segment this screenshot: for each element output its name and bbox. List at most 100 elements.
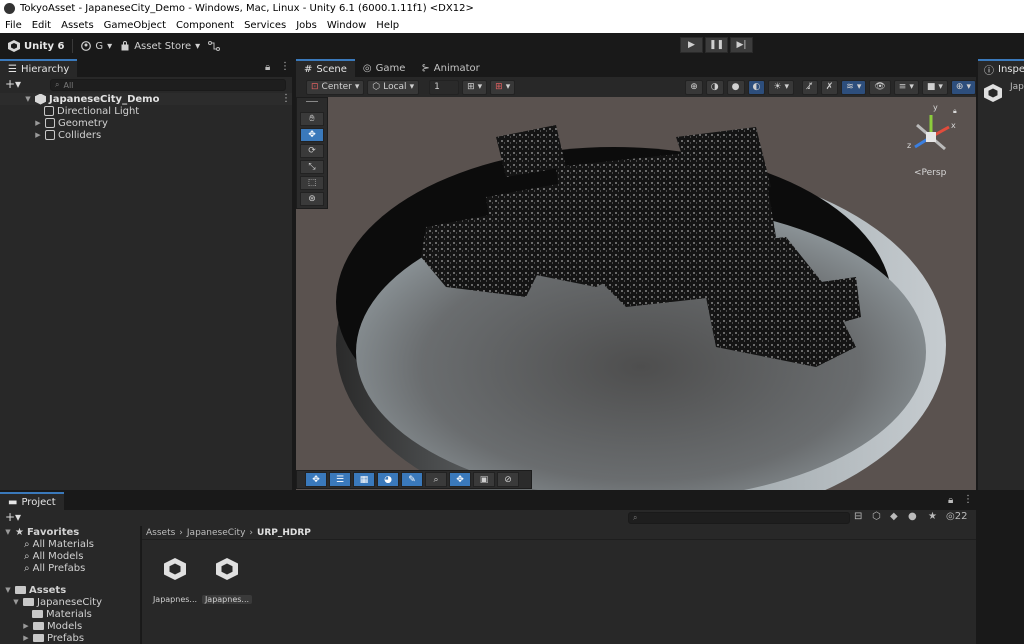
breadcrumb-item[interactable]: Assets [146,528,175,538]
pivot-rotation-dropdown[interactable]: ⬡ Local ▾ [367,79,420,95]
tab-scene[interactable]: # Scene [296,59,355,77]
menu-assets[interactable]: Assets [56,20,99,31]
expand-arrow-icon[interactable]: ▼ [24,95,32,103]
overlay-compass-button[interactable]: ⊘ [497,472,519,487]
rotate-tool-button[interactable]: ⟳ [300,144,324,158]
overlay-grid-button[interactable]: ▦ [353,472,375,487]
move-tool-button[interactable]: ✥ [300,128,324,142]
unlit-mode-button[interactable]: ● [726,79,745,95]
menu-gameobject[interactable]: GameObject [99,20,171,31]
more-options-icon[interactable]: ⋮ [280,61,290,72]
scene-options-icon[interactable]: ⋮ [281,93,291,104]
visibility-toggle[interactable]: 👁︎ [869,79,891,95]
create-button[interactable]: +▾ [5,510,21,524]
overlay-pivot-button[interactable]: ✥ [449,472,471,487]
menu-component[interactable]: Component [171,20,239,31]
tab-hierarchy[interactable]: ☰ Hierarchy [0,59,78,77]
more-options-icon[interactable]: ⋮ [963,494,973,505]
increment-snap-dropdown[interactable]: ⊞ ▾ [490,79,516,95]
effects-dropdown[interactable]: ≋ ▾ [841,79,867,95]
folder-item[interactable]: Materials [32,608,92,620]
project-search-input[interactable]: ⌕ [628,512,850,524]
tab-game[interactable]: ◎ Game [355,59,414,77]
expand-arrow-icon[interactable]: ▼ [4,586,12,594]
tab-project[interactable]: ▬ Project [0,492,64,510]
lighting-toggle[interactable]: ☀ ▾ [768,79,794,95]
asset-item-selected[interactable]: Japapnes... [202,558,252,604]
view-tool-button[interactable]: ✋︎ [300,112,324,126]
hierarchy-item[interactable]: ▶ Colliders [34,129,101,141]
hierarchy-root-row[interactable]: ▼ JapaneseCity_Demo [24,93,159,105]
overlay-move-button[interactable]: ✥ [305,472,327,487]
favorite-item[interactable]: ⌕ All Materials [24,538,94,550]
pivot-mode-dropdown[interactable]: ⊡ Center ▾ [306,79,365,95]
draw-mode-button[interactable]: ⊕ [685,79,703,95]
snap-increment-field[interactable]: 1 [429,79,460,95]
gizmos-dropdown[interactable]: ⊕ ▾ [950,79,976,95]
expand-arrow-icon[interactable]: ▼ [12,598,20,606]
menu-help[interactable]: Help [371,20,404,31]
play-button[interactable]: ▶ [680,37,703,53]
account-dropdown[interactable]: G ▾ [81,41,112,52]
pause-button[interactable]: ❚❚ [705,37,728,53]
overlay-search-button[interactable]: ⌕ [425,472,447,487]
unity-version-button[interactable]: Unity 6 [8,40,64,52]
menu-jobs[interactable]: Jobs [291,20,322,31]
add-button[interactable]: +▾ [5,77,21,91]
tag-icon[interactable]: ◆ [890,511,898,522]
tab-inspector[interactable]: ⓘ Inspec [978,59,1024,77]
version-control-button[interactable] [208,41,221,51]
search-by-type-icon[interactable]: ⊟ [854,511,862,522]
scene-layers-dropdown[interactable]: ≡ ▾ [893,79,919,95]
menu-edit[interactable]: Edit [27,20,56,31]
2d-toggle[interactable]: ♪̸ [801,79,818,95]
menu-services[interactable]: Services [239,20,291,31]
folder-icon [33,634,44,642]
overlay-align-button[interactable]: ☰ [329,472,351,487]
expand-arrow-icon[interactable]: ▶ [34,119,42,127]
expand-arrow-icon[interactable]: ▶ [34,131,42,139]
breadcrumb-item-current[interactable]: URP_HDRP [257,528,311,538]
asset-item[interactable]: Japapnes... [150,558,200,604]
folder-item[interactable]: ▶ Prefabs [22,632,84,644]
overlay-camera-button[interactable]: ▣ [473,472,495,487]
expand-arrow-icon[interactable]: ▶ [22,622,30,630]
favorite-item[interactable]: ⌕ All Prefabs [24,562,85,574]
expand-arrow-icon[interactable]: ▼ [4,528,12,536]
folder-item[interactable]: ▶ Models [22,620,82,632]
asset-store-dropdown[interactable]: Asset Store ▾ [120,41,200,52]
tab-animator[interactable]: ⊱ Animator [413,59,487,77]
breadcrumb-item[interactable]: JapaneseCity [187,528,246,538]
rect-tool-button[interactable]: ⬚ [300,176,324,190]
search-by-label-icon[interactable]: ⬡ [872,511,881,522]
favorite-item[interactable]: ⌕ All Models [24,550,83,562]
scene-viewport[interactable]: y x z 🔒︎ <Persp [296,97,976,490]
palette-handle[interactable] [306,101,318,102]
step-button[interactable]: ▶| [730,37,753,53]
hierarchy-item[interactable]: Directional Light [44,105,139,117]
overlay-paint-button[interactable]: ✎ [401,472,423,487]
gizmo-lock-icon[interactable]: 🔒︎ [953,107,957,116]
menu-window[interactable]: Window [322,20,371,31]
hidden-packages-toggle[interactable]: ◎22 [946,511,967,522]
scale-tool-button[interactable]: ⤡ [300,160,324,174]
fx-toggle[interactable]: ✗ [820,79,839,95]
transform-tool-button[interactable]: ⊛ [300,192,324,206]
lit-mode-button[interactable]: ◐ [747,79,766,95]
expand-arrow-icon[interactable]: ▶ [22,634,30,642]
camera-dropdown[interactable]: ■ ▾ [921,79,948,95]
hierarchy-search-input[interactable]: ⌕ All [50,79,286,91]
projection-toggle[interactable]: <Persp [914,168,946,178]
filter-icon[interactable]: ● [908,511,917,522]
favorite-star-icon[interactable]: ★ [928,511,937,522]
grid-snap-dropdown[interactable]: ⊞ ▾ [462,79,488,95]
folder-item[interactable]: ▼ JapaneseCity [12,596,102,608]
assets-header[interactable]: ▼ Assets [4,584,66,596]
menu-file[interactable]: File [0,20,27,31]
overlay-navmesh-button[interactable]: ◕ [377,472,399,487]
shaded-mode-button[interactable]: ◑ [705,79,724,95]
lock-icon[interactable]: 🔒︎ [948,495,953,506]
hierarchy-item[interactable]: ▶ Geometry [34,117,108,129]
lock-icon[interactable]: 🔒︎ [265,62,270,73]
favorites-header[interactable]: ▼ ★ Favorites [4,526,79,538]
